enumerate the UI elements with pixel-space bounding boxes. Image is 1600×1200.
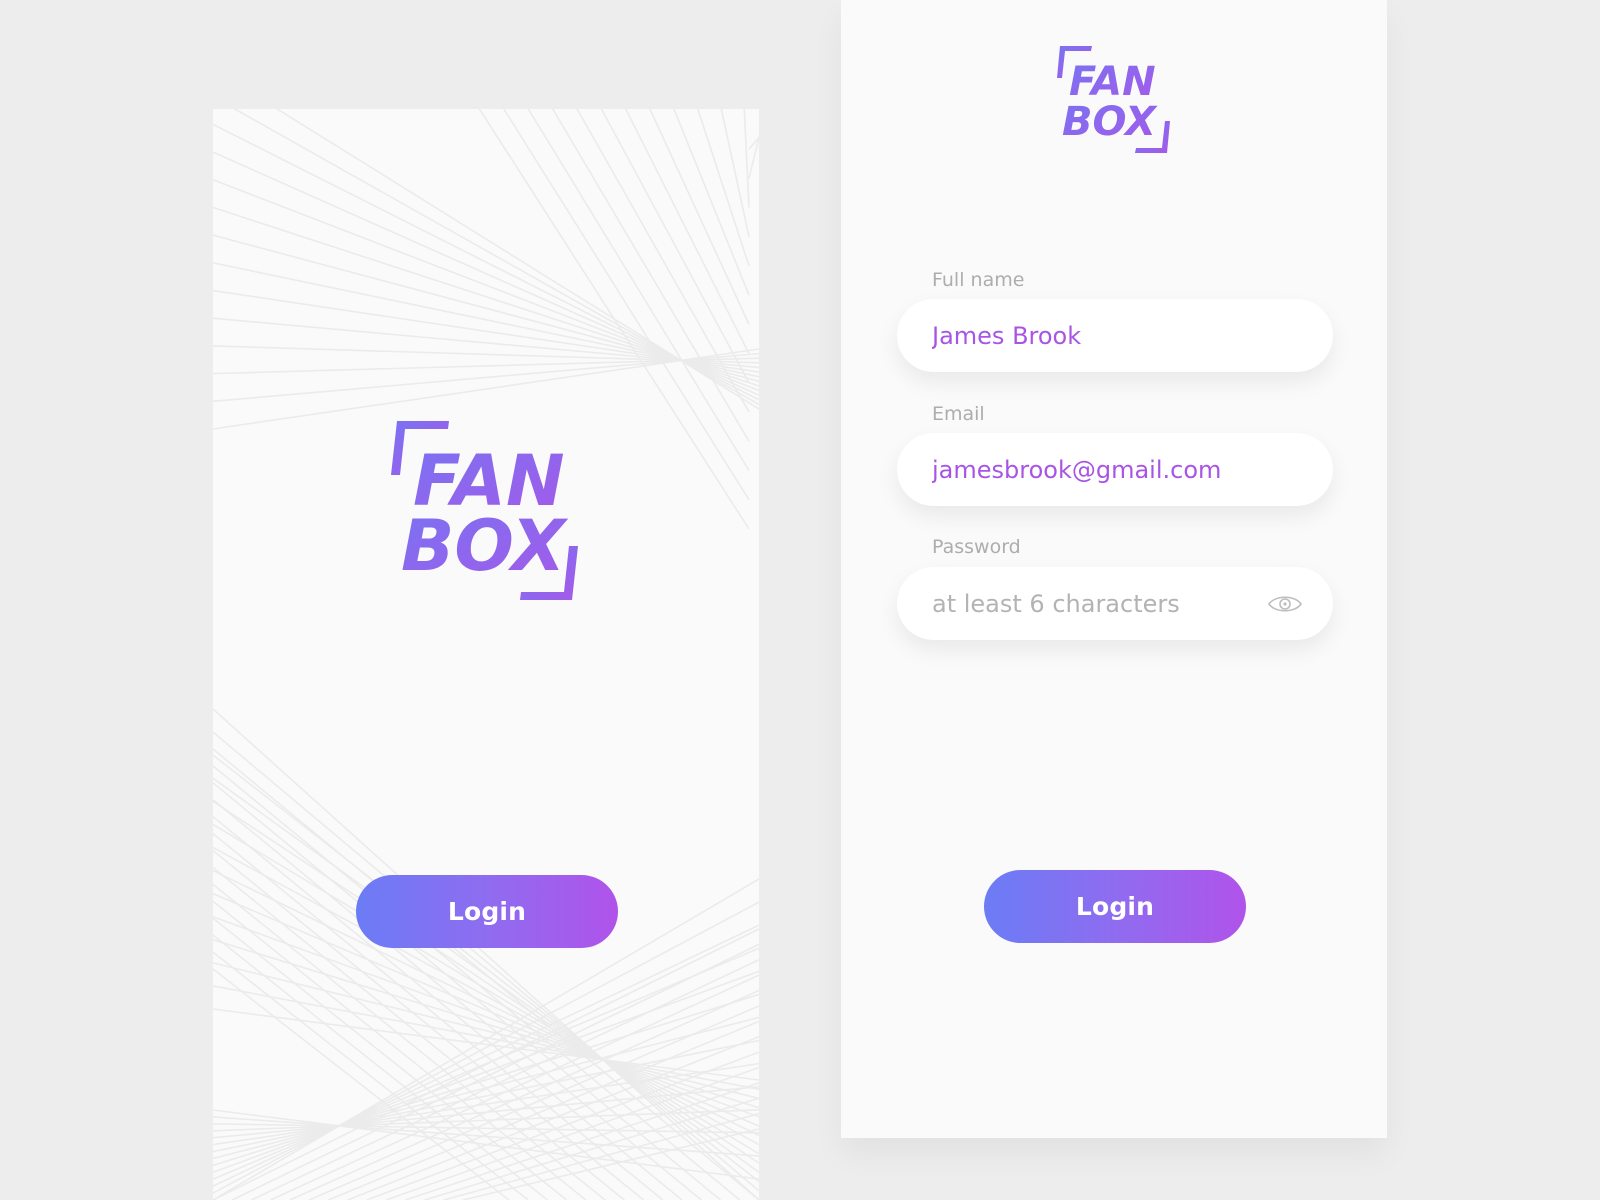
pattern-line bbox=[743, 109, 750, 208]
pattern-line bbox=[213, 708, 759, 1200]
pattern-line bbox=[213, 731, 759, 1192]
pattern-line bbox=[275, 109, 759, 410]
full-name-label: Full name bbox=[932, 269, 1025, 291]
email-field[interactable] bbox=[897, 433, 1333, 506]
eye-icon[interactable] bbox=[1267, 592, 1303, 616]
pattern-line bbox=[673, 109, 750, 296]
full-name-input[interactable] bbox=[932, 321, 1303, 350]
password-input[interactable] bbox=[932, 589, 1267, 618]
pattern-line bbox=[270, 974, 759, 1200]
pattern-line bbox=[213, 754, 759, 1183]
logo-word-box: BOX bbox=[401, 505, 568, 587]
form-login-button[interactable]: Login bbox=[984, 870, 1246, 943]
pattern-line bbox=[696, 109, 750, 267]
splash-login-button[interactable]: Login bbox=[356, 875, 618, 948]
password-label: Password bbox=[932, 536, 1021, 558]
email-input[interactable] bbox=[932, 455, 1303, 484]
pattern-line bbox=[600, 109, 750, 384]
password-field[interactable] bbox=[897, 567, 1333, 640]
fanbox-logo: FAN BOX bbox=[1057, 46, 1170, 153]
pattern-line bbox=[213, 782, 722, 1200]
background-line-pattern bbox=[213, 109, 759, 1200]
email-label: Email bbox=[932, 403, 985, 425]
full-name-field[interactable] bbox=[897, 299, 1333, 372]
login-form-screen: FAN BOX Full name Email Password Login bbox=[841, 0, 1387, 1138]
splash-screen: FAN BOX Login bbox=[213, 109, 759, 1200]
pattern-line bbox=[551, 109, 750, 442]
logo-word-box: BOX bbox=[1062, 99, 1158, 145]
fanbox-logo: FAN BOX bbox=[391, 421, 578, 600]
